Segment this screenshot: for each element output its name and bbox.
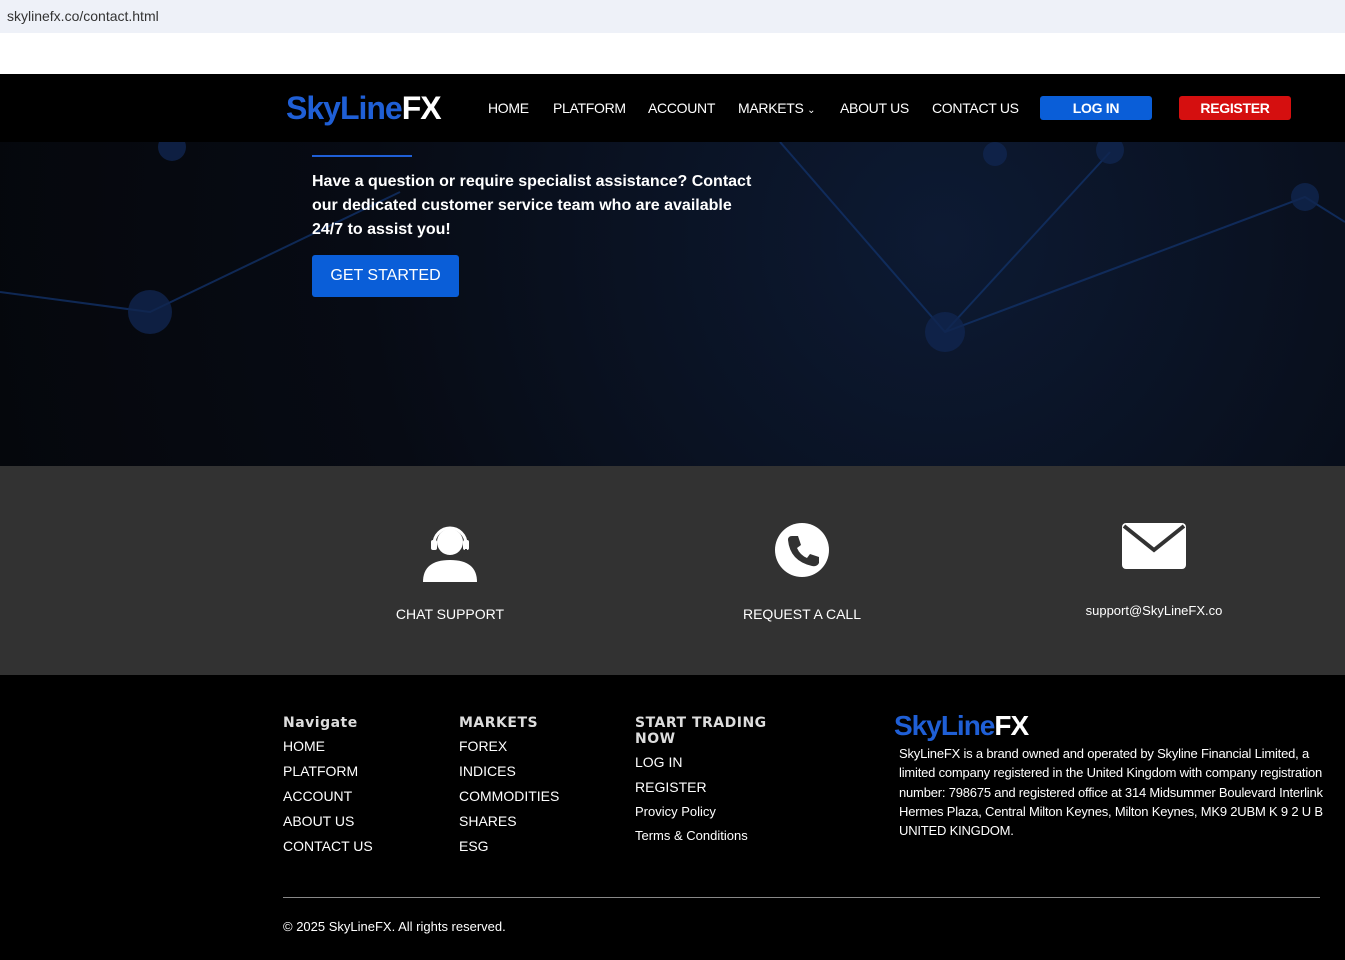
address-bar[interactable]: skylinefx.co/contact.html [0, 0, 1345, 33]
divider [283, 897, 1320, 898]
footer-link[interactable]: REGISTER [635, 779, 785, 795]
register-button[interactable]: REGISTER [1179, 96, 1291, 120]
footer-link[interactable]: ACCOUNT [283, 788, 373, 804]
footer-heading: START TRADING NOW [635, 715, 767, 747]
spacer [0, 33, 1345, 74]
top-nav: SkyLineFX HOME PLATFORM ACCOUNT MARKETS … [0, 74, 1345, 142]
nav-contact[interactable]: CONTACT US [932, 100, 1019, 116]
footer-link[interactable]: FOREX [459, 738, 559, 754]
footer-navigate: Navigate HOME PLATFORM ACCOUNT ABOUT US … [283, 715, 373, 863]
login-button[interactable]: LOG IN [1040, 96, 1152, 120]
footer-link[interactable]: Provicy Policy [635, 804, 785, 819]
chevron-down-icon: ⌄ [807, 105, 816, 116]
footer-link[interactable]: Terms & Conditions [635, 828, 785, 843]
logo-part1: SkyLine [894, 710, 995, 741]
footer: Navigate HOME PLATFORM ACCOUNT ABOUT US … [0, 675, 1345, 960]
phone-icon [775, 523, 829, 577]
copyright: © 2025 SkyLineFX. All rights reserved. [283, 919, 506, 934]
nav-platform[interactable]: PLATFORM [553, 100, 626, 116]
footer-heading: MARKETS [459, 715, 539, 731]
footer-logo: SkyLineFX [894, 710, 1324, 742]
hero-section: Have a question or require specialist as… [0, 142, 1345, 466]
get-started-button[interactable]: GET STARTED [312, 255, 459, 297]
nav-account[interactable]: ACCOUNT [648, 100, 715, 116]
footer-heading: Navigate [283, 715, 358, 731]
divider [312, 155, 412, 157]
contact-options: CHAT SUPPORT REQUEST A CALL support@SkyL… [0, 466, 1345, 675]
footer-link[interactable]: COMMODITIES [459, 788, 559, 804]
footer-link[interactable]: ESG [459, 838, 559, 854]
logo-part1: SkyLine [286, 90, 403, 126]
footer-link[interactable]: ABOUT US [283, 813, 373, 829]
hero-text: Have a question or require specialist as… [312, 173, 752, 238]
nav-markets[interactable]: MARKETS ⌄ [738, 100, 816, 116]
nav-about[interactable]: ABOUT US [840, 100, 909, 116]
footer-link[interactable]: LOG IN [635, 754, 785, 770]
footer-link[interactable]: CONTACT US [283, 838, 373, 854]
logo[interactable]: SkyLineFX [286, 90, 442, 127]
request-call[interactable]: REQUEST A CALL [732, 522, 872, 622]
company-info: SkyLineFX is a brand owned and operated … [899, 746, 1323, 839]
headset-icon [423, 526, 477, 582]
chat-support[interactable]: CHAT SUPPORT [380, 522, 520, 622]
footer-about: SkyLineFX SkyLineFX is a brand owned and… [894, 710, 1324, 840]
logo-part2: FX [994, 710, 1029, 741]
footer-link[interactable]: PLATFORM [283, 763, 373, 779]
nav-home[interactable]: HOME [488, 100, 529, 116]
nav-markets-label: MARKETS [738, 100, 804, 116]
footer-link[interactable]: INDICES [459, 763, 559, 779]
request-call-label: REQUEST A CALL [742, 606, 861, 622]
footer-link[interactable]: SHARES [459, 813, 559, 829]
envelope-icon [1122, 523, 1186, 569]
footer-link[interactable]: HOME [283, 738, 373, 754]
email-support[interactable]: support@SkyLineFX.co [1074, 522, 1234, 618]
footer-markets: MARKETS FOREX INDICES COMMODITIES SHARES… [459, 715, 559, 863]
email-label: support@SkyLineFX.co [1085, 603, 1223, 618]
footer-trading: START TRADING NOW LOG IN REGISTER Provic… [635, 715, 785, 852]
chat-support-label: CHAT SUPPORT [395, 606, 505, 622]
logo-part2: FX [401, 90, 442, 126]
